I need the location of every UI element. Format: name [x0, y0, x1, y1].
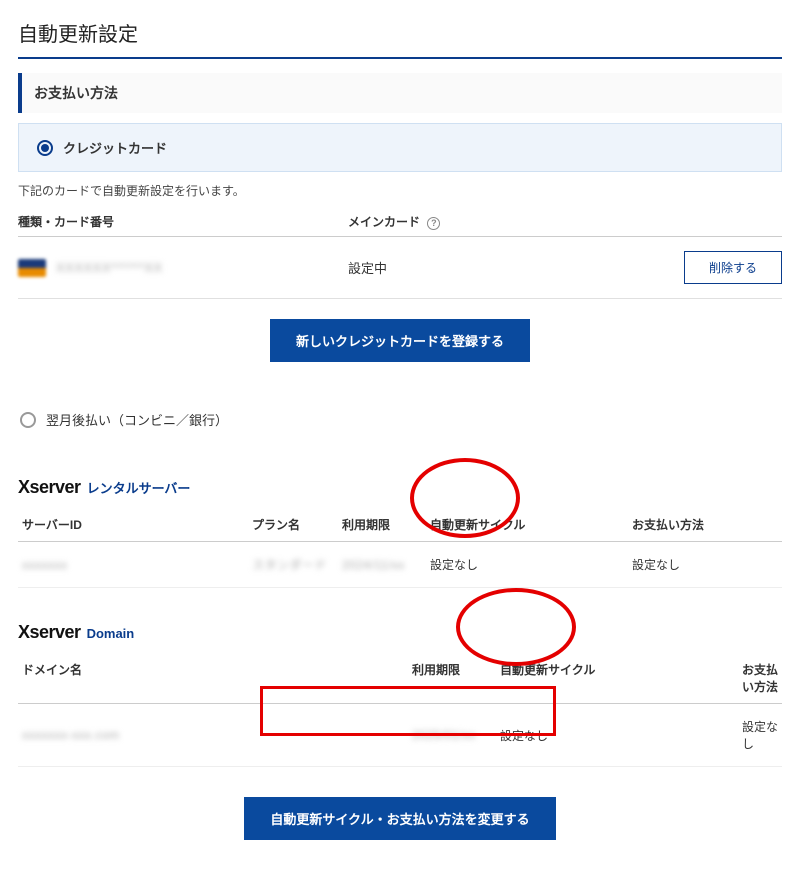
- col-type-label: 種類・カード番号: [18, 213, 348, 230]
- brand-sub-domain: Domain: [87, 626, 135, 641]
- section-payment-method: お支払い方法: [18, 73, 782, 113]
- radio-unselected-icon[interactable]: [20, 412, 36, 428]
- change-auto-renewal-button[interactable]: 自動更新サイクル・お支払い方法を変更する: [244, 797, 555, 840]
- col-server-cycle: 自動更新サイクル: [412, 516, 632, 533]
- col-server-period: 利用期限: [342, 516, 412, 533]
- card-table-row: XXXXXX******XX 設定中 削除する: [18, 237, 782, 299]
- card-brand-icon: [18, 259, 46, 277]
- brand-name: Xserver: [18, 477, 81, 498]
- card-main-status: 設定中: [348, 258, 638, 277]
- radio-selected-icon[interactable]: [37, 140, 53, 156]
- domain-cycle-value: 設定なし: [482, 727, 742, 744]
- domain-table-row: xxxxxxx-xxx.com 2025/01/xx 設定なし 設定なし: [18, 704, 782, 767]
- server-table-row: xxxxxxx スタンダード 2024/11/xx 設定なし 設定なし: [18, 542, 782, 588]
- delete-card-button[interactable]: 削除する: [684, 251, 782, 284]
- payment-later-option[interactable]: 翌月後払い（コンビニ／銀行）: [18, 402, 782, 437]
- col-server-id: サーバーID: [22, 516, 252, 533]
- col-main-label: メインカード ?: [348, 213, 638, 230]
- col-domain-cycle: 自動更新サイクル: [482, 661, 742, 695]
- register-new-card-button[interactable]: 新しいクレジットカードを登録する: [270, 319, 530, 362]
- card-description: 下記のカードで自動更新設定を行います。: [18, 182, 782, 199]
- server-cycle-value: 設定なし: [412, 556, 632, 573]
- brand-sub-server: レンタルサーバー: [87, 478, 191, 497]
- card-number-masked: XXXXXX******XX: [56, 260, 163, 275]
- server-period-value: 2024/11/xx: [342, 558, 405, 572]
- col-domain-pay: お支払い方法: [742, 661, 778, 695]
- pay-later-label: 翌月後払い（コンビニ／銀行）: [46, 410, 228, 429]
- col-server-pay: お支払い方法: [632, 516, 778, 533]
- help-icon[interactable]: ?: [427, 217, 440, 230]
- payment-credit-card-box[interactable]: クレジットカード: [18, 123, 782, 172]
- server-table-header: サーバーID プラン名 利用期限 自動更新サイクル お支払い方法: [18, 508, 782, 542]
- page-title: 自動更新設定: [18, 18, 782, 59]
- domain-period-value: 2025/01/xx: [412, 728, 476, 742]
- brand-name-domain: Xserver: [18, 622, 81, 643]
- brand-domain: Xserver Domain: [18, 622, 782, 643]
- domain-table-header: ドメイン名 利用期限 自動更新サイクル お支払い方法: [18, 653, 782, 704]
- brand-server: Xserver レンタルサーバー: [18, 477, 782, 498]
- col-domain-name: ドメイン名: [22, 661, 412, 695]
- server-plan-value: スタンダード: [252, 558, 327, 572]
- card-table-header: 種類・カード番号 メインカード ?: [18, 213, 782, 237]
- credit-card-label: クレジットカード: [63, 138, 167, 157]
- col-domain-period: 利用期限: [412, 661, 482, 695]
- domain-pay-value: 設定なし: [742, 718, 778, 752]
- col-server-plan: プラン名: [252, 516, 342, 533]
- server-id-value: xxxxxxx: [22, 558, 68, 572]
- domain-name-value: xxxxxxx-xxx.com: [22, 728, 120, 742]
- server-pay-value: 設定なし: [632, 556, 778, 573]
